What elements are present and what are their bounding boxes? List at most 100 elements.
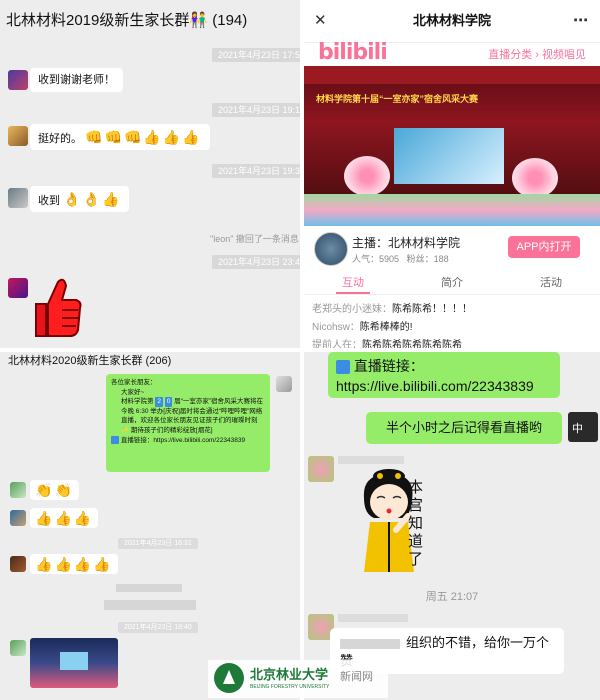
host-avatar[interactable] bbox=[314, 232, 348, 266]
timestamp: 2021年4月23日 16:31 bbox=[118, 538, 198, 549]
breadcrumb[interactable]: 直播分类 › 视频唱见 bbox=[488, 46, 586, 62]
followers-value: 188 bbox=[433, 254, 449, 264]
stage-top bbox=[304, 66, 600, 84]
chat-title: 北林材料2019级新生家长群 bbox=[6, 12, 190, 29]
chat-title-bar: 北林材料2019级新生家长群👫 (194) bbox=[0, 0, 300, 42]
blurred-name bbox=[338, 614, 408, 622]
link-icon bbox=[336, 360, 350, 375]
avatar[interactable] bbox=[8, 126, 28, 146]
bilibili-logo[interactable]: bilibili bbox=[318, 40, 388, 65]
member-count: (206) bbox=[145, 355, 172, 367]
bili-header: bilibili 直播分类 › 视频唱见 bbox=[304, 38, 600, 68]
avatar[interactable] bbox=[10, 640, 26, 656]
emoji-bubble[interactable]: 👍 👍 👍 bbox=[30, 508, 99, 528]
chat-panel-2020: 北林材料2020级新生家长群 (206) 各位家长朋友： 大家好~ 材料学院第 … bbox=[0, 352, 300, 700]
tab-interact[interactable]: 互动 bbox=[304, 272, 402, 294]
message-text: 收到 bbox=[38, 195, 60, 207]
avatar[interactable]: 中 bbox=[568, 412, 598, 442]
more-icon[interactable]: ⋯ bbox=[573, 0, 588, 42]
emoji-icon: 👊 bbox=[85, 129, 103, 145]
announcement-bubble[interactable]: 各位家长朋友： 大家好~ 材料学院第 2 0 届“一室亦家”宿舍风采大赛将在今晚… bbox=[106, 374, 270, 472]
thumbs-up-sticker[interactable] bbox=[28, 274, 84, 340]
avatar[interactable] bbox=[10, 510, 26, 526]
emoji-icon: 👏 bbox=[35, 482, 53, 498]
stage-screen bbox=[394, 128, 504, 184]
emoji-icon: 👍 bbox=[101, 191, 120, 207]
tab-intro[interactable]: 简介 bbox=[403, 272, 501, 294]
emoji-icon: 👌 bbox=[82, 191, 100, 207]
chat-panel-2019: 北林材料2019级新生家长群👫 (194) 2021年4月23日 17:57 收… bbox=[0, 0, 300, 348]
comment-user: Nicohsw： bbox=[312, 322, 360, 333]
followers-label: 粉丝： bbox=[406, 254, 434, 264]
announcement-line: 大家好~ bbox=[121, 388, 145, 396]
open-app-button[interactable]: APP内打开 bbox=[508, 236, 580, 258]
timestamp: 2021年4月23日 19:3 bbox=[212, 164, 300, 178]
comment-text: 陈希陈希陈希陈希陈希 bbox=[362, 340, 462, 348]
body-prefix: 材料学院第 bbox=[121, 398, 154, 405]
announcement-body: 材料学院第 2 0 届“一室亦家”宿舍风采大赛将在今晚 6:30 举办[庆祝]届… bbox=[111, 397, 265, 435]
school-name-en: BEIJING FORESTRY UNIVERSITY bbox=[250, 684, 330, 690]
emoji-bubble[interactable]: 👍 👍 👍 👍 bbox=[30, 554, 118, 574]
popularity-value: 5905 bbox=[379, 254, 400, 264]
avatar[interactable] bbox=[10, 556, 26, 572]
link-bubble[interactable]: 直播链接： https://live.bilibili.com/22343839 bbox=[328, 352, 560, 398]
avatar[interactable] bbox=[8, 278, 28, 298]
number-badge: 2 bbox=[155, 397, 163, 407]
link-url[interactable]: https://live.bilibili.com/22343839 bbox=[153, 437, 245, 444]
tab-bar: 互动 简介 活动 bbox=[304, 272, 600, 295]
emoji-icon: 👊 bbox=[104, 129, 122, 145]
live-video-player[interactable]: 材料学院第十届“一室亦家”宿舍风采大赛 bbox=[304, 66, 600, 226]
popularity-label: 人气： bbox=[352, 254, 380, 264]
host-name: 主播：北林材料学院 bbox=[352, 236, 461, 250]
school-name: 北京林业大学 bbox=[250, 668, 329, 683]
message-text: 收到谢谢老师！ bbox=[38, 74, 115, 86]
avatar[interactable] bbox=[308, 456, 334, 482]
tab-indicator bbox=[336, 292, 370, 294]
blurred-name bbox=[338, 456, 404, 464]
timestamp: 2021年4月23日 19:10 bbox=[212, 103, 300, 117]
message-bubble[interactable]: 收到 👌 👌 👍 bbox=[30, 186, 130, 212]
number-badge: 0 bbox=[164, 397, 173, 407]
university-watermark: 北京林业大学 BEIJING FORESTRY UNIVERSITY 新闻网 bbox=[208, 660, 388, 698]
emoji-icon: 👍 bbox=[73, 510, 92, 526]
comment-user: 老郑头的小迷妹： bbox=[312, 304, 392, 315]
message-bubble[interactable]: 挺好的。 👊 👊 👊 👍 👍 👍 bbox=[30, 124, 210, 150]
link-url[interactable]: https://live.bilibili.com/22343839 bbox=[336, 378, 534, 394]
video-thumbnail[interactable] bbox=[30, 638, 118, 688]
thumbnail-screen bbox=[60, 652, 88, 670]
member-count: (194) bbox=[212, 12, 248, 29]
announcement-link[interactable]: 直播链接：https://live.bilibili.com/22343839 bbox=[111, 436, 265, 446]
avatar[interactable] bbox=[10, 482, 26, 498]
avatar-char: 中 bbox=[572, 423, 583, 435]
chat-title: 北林材料2020级新生家长群 bbox=[8, 355, 143, 367]
emoji-icon: 👍 bbox=[54, 510, 72, 526]
chat-title-bar: 北林材料2020级新生家长群 (206) bbox=[0, 352, 300, 370]
close-icon[interactable]: ✕ bbox=[314, 0, 327, 42]
blurred-prefix bbox=[340, 638, 400, 649]
message-bubble[interactable]: 收到谢谢老师！ bbox=[30, 68, 123, 92]
emoji-bubble[interactable]: 👏 👏 bbox=[30, 480, 79, 500]
announcement-greeting: 各位家长朋友： bbox=[111, 379, 157, 386]
avatar[interactable] bbox=[8, 188, 28, 208]
emoji-icon: 👏 bbox=[54, 482, 72, 498]
stage-floor bbox=[304, 194, 600, 226]
balloon-cluster bbox=[512, 158, 558, 198]
emoji-icon: 👍 bbox=[35, 556, 53, 572]
blurred-name bbox=[116, 584, 182, 592]
tab-activity[interactable]: 活动 bbox=[502, 272, 600, 294]
link-label: 直播链接： bbox=[120, 437, 154, 444]
webview-title: 北林材料学院 bbox=[412, 13, 491, 28]
thumbs-up-icon bbox=[35, 278, 82, 337]
reminder-bubble[interactable]: 半个小时之后记得看直播哟 bbox=[366, 412, 562, 444]
message-text: 挺好的。 bbox=[38, 133, 82, 145]
comment-item: Nicohsw：陈希棒棒的! bbox=[312, 318, 413, 333]
avatar[interactable] bbox=[8, 70, 28, 90]
emoji-icon: 👍 bbox=[54, 556, 72, 572]
emoji-row: 👍 👍 👍 👍 bbox=[35, 556, 113, 572]
balloon-cluster bbox=[344, 156, 390, 196]
avatar[interactable] bbox=[276, 376, 292, 392]
recall-notice: "leon" 撤回了一条消息 bbox=[210, 234, 299, 244]
emoji-icon: 👍 bbox=[73, 556, 92, 572]
comment-text: 陈希棒棒的! bbox=[359, 322, 413, 333]
sticker-caption: 本宫知道了 bbox=[408, 478, 424, 568]
